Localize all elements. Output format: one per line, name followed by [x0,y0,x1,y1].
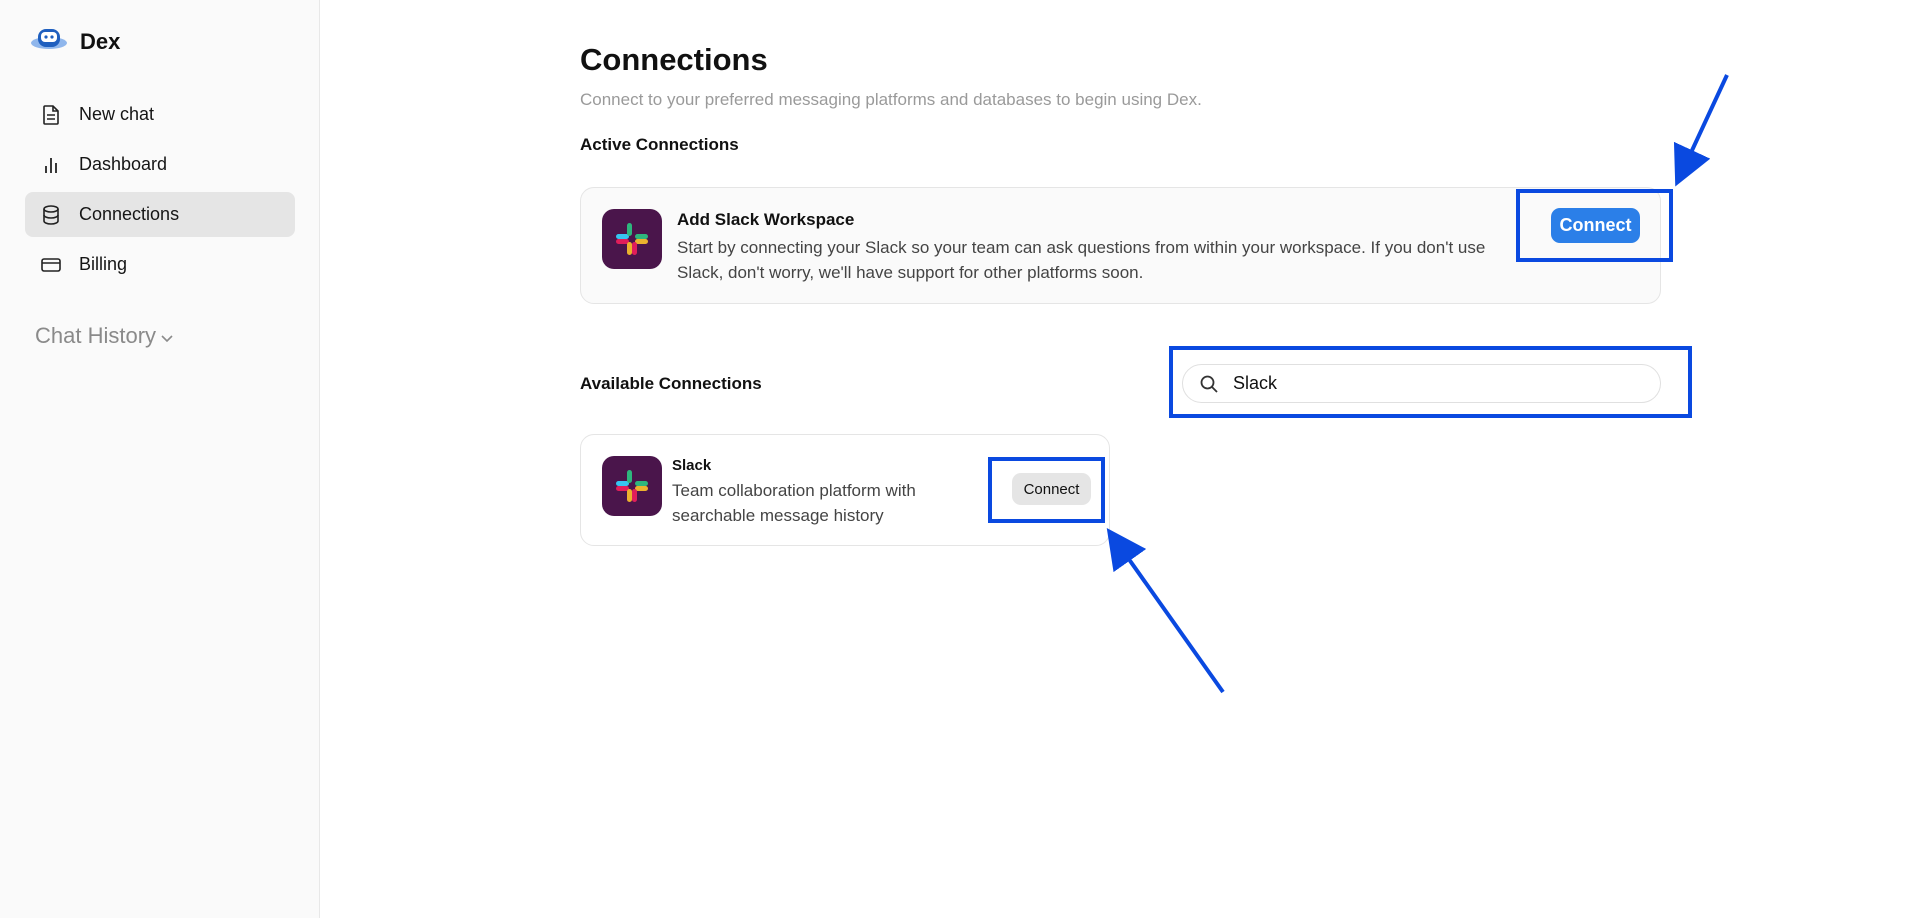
document-icon [41,104,61,125]
active-connection-card: Add Slack Workspace Start by connecting … [580,187,1661,304]
chevron-down-icon [160,323,174,349]
available-connections-heading: Available Connections [580,374,762,393]
sidebar-item-connections[interactable]: Connections [25,192,295,237]
brand[interactable]: Dex [30,26,120,57]
page-subtitle: Connect to your preferred messaging plat… [580,90,1202,109]
available-card-description: Team collaboration platform with searcha… [672,481,916,525]
highlight-box-search [1169,346,1692,418]
sidebar: Dex New chat Dashboard Connections Billi… [0,0,320,918]
sidebar-nav: New chat Dashboard Connections Billing [25,92,295,292]
arrow-to-connect-slack-button [1106,527,1225,694]
highlight-box-connect-slack [988,457,1105,523]
chat-history-toggle[interactable]: Chat History [35,323,174,349]
active-card-title: Add Slack Workspace [677,210,855,229]
active-connections-heading: Active Connections [580,135,739,154]
bar-chart-icon [41,155,61,175]
sidebar-item-dashboard[interactable]: Dashboard [25,142,295,187]
slack-logo-icon [602,209,662,269]
available-card-title: Slack [672,457,712,474]
active-card-description: Start by connecting your Slack so your t… [677,238,1486,282]
page-title: Connections [580,42,768,77]
sidebar-item-label: New chat [79,104,155,124]
arrow-to-connect-button [1673,74,1729,187]
sidebar-item-billing[interactable]: Billing [25,242,295,287]
sidebar-item-label: Connections [79,204,180,224]
sidebar-item-new-chat[interactable]: New chat [25,92,295,137]
slack-logo-icon [602,456,662,516]
credit-card-icon [41,255,61,275]
sidebar-item-label: Dashboard [79,154,168,174]
chat-history-label: Chat History [35,323,157,348]
highlight-box-connect [1516,189,1673,262]
app-name: Dex [80,28,121,54]
database-icon [41,204,61,225]
sidebar-item-label: Billing [79,254,128,274]
dex-logo-icon [30,26,68,57]
